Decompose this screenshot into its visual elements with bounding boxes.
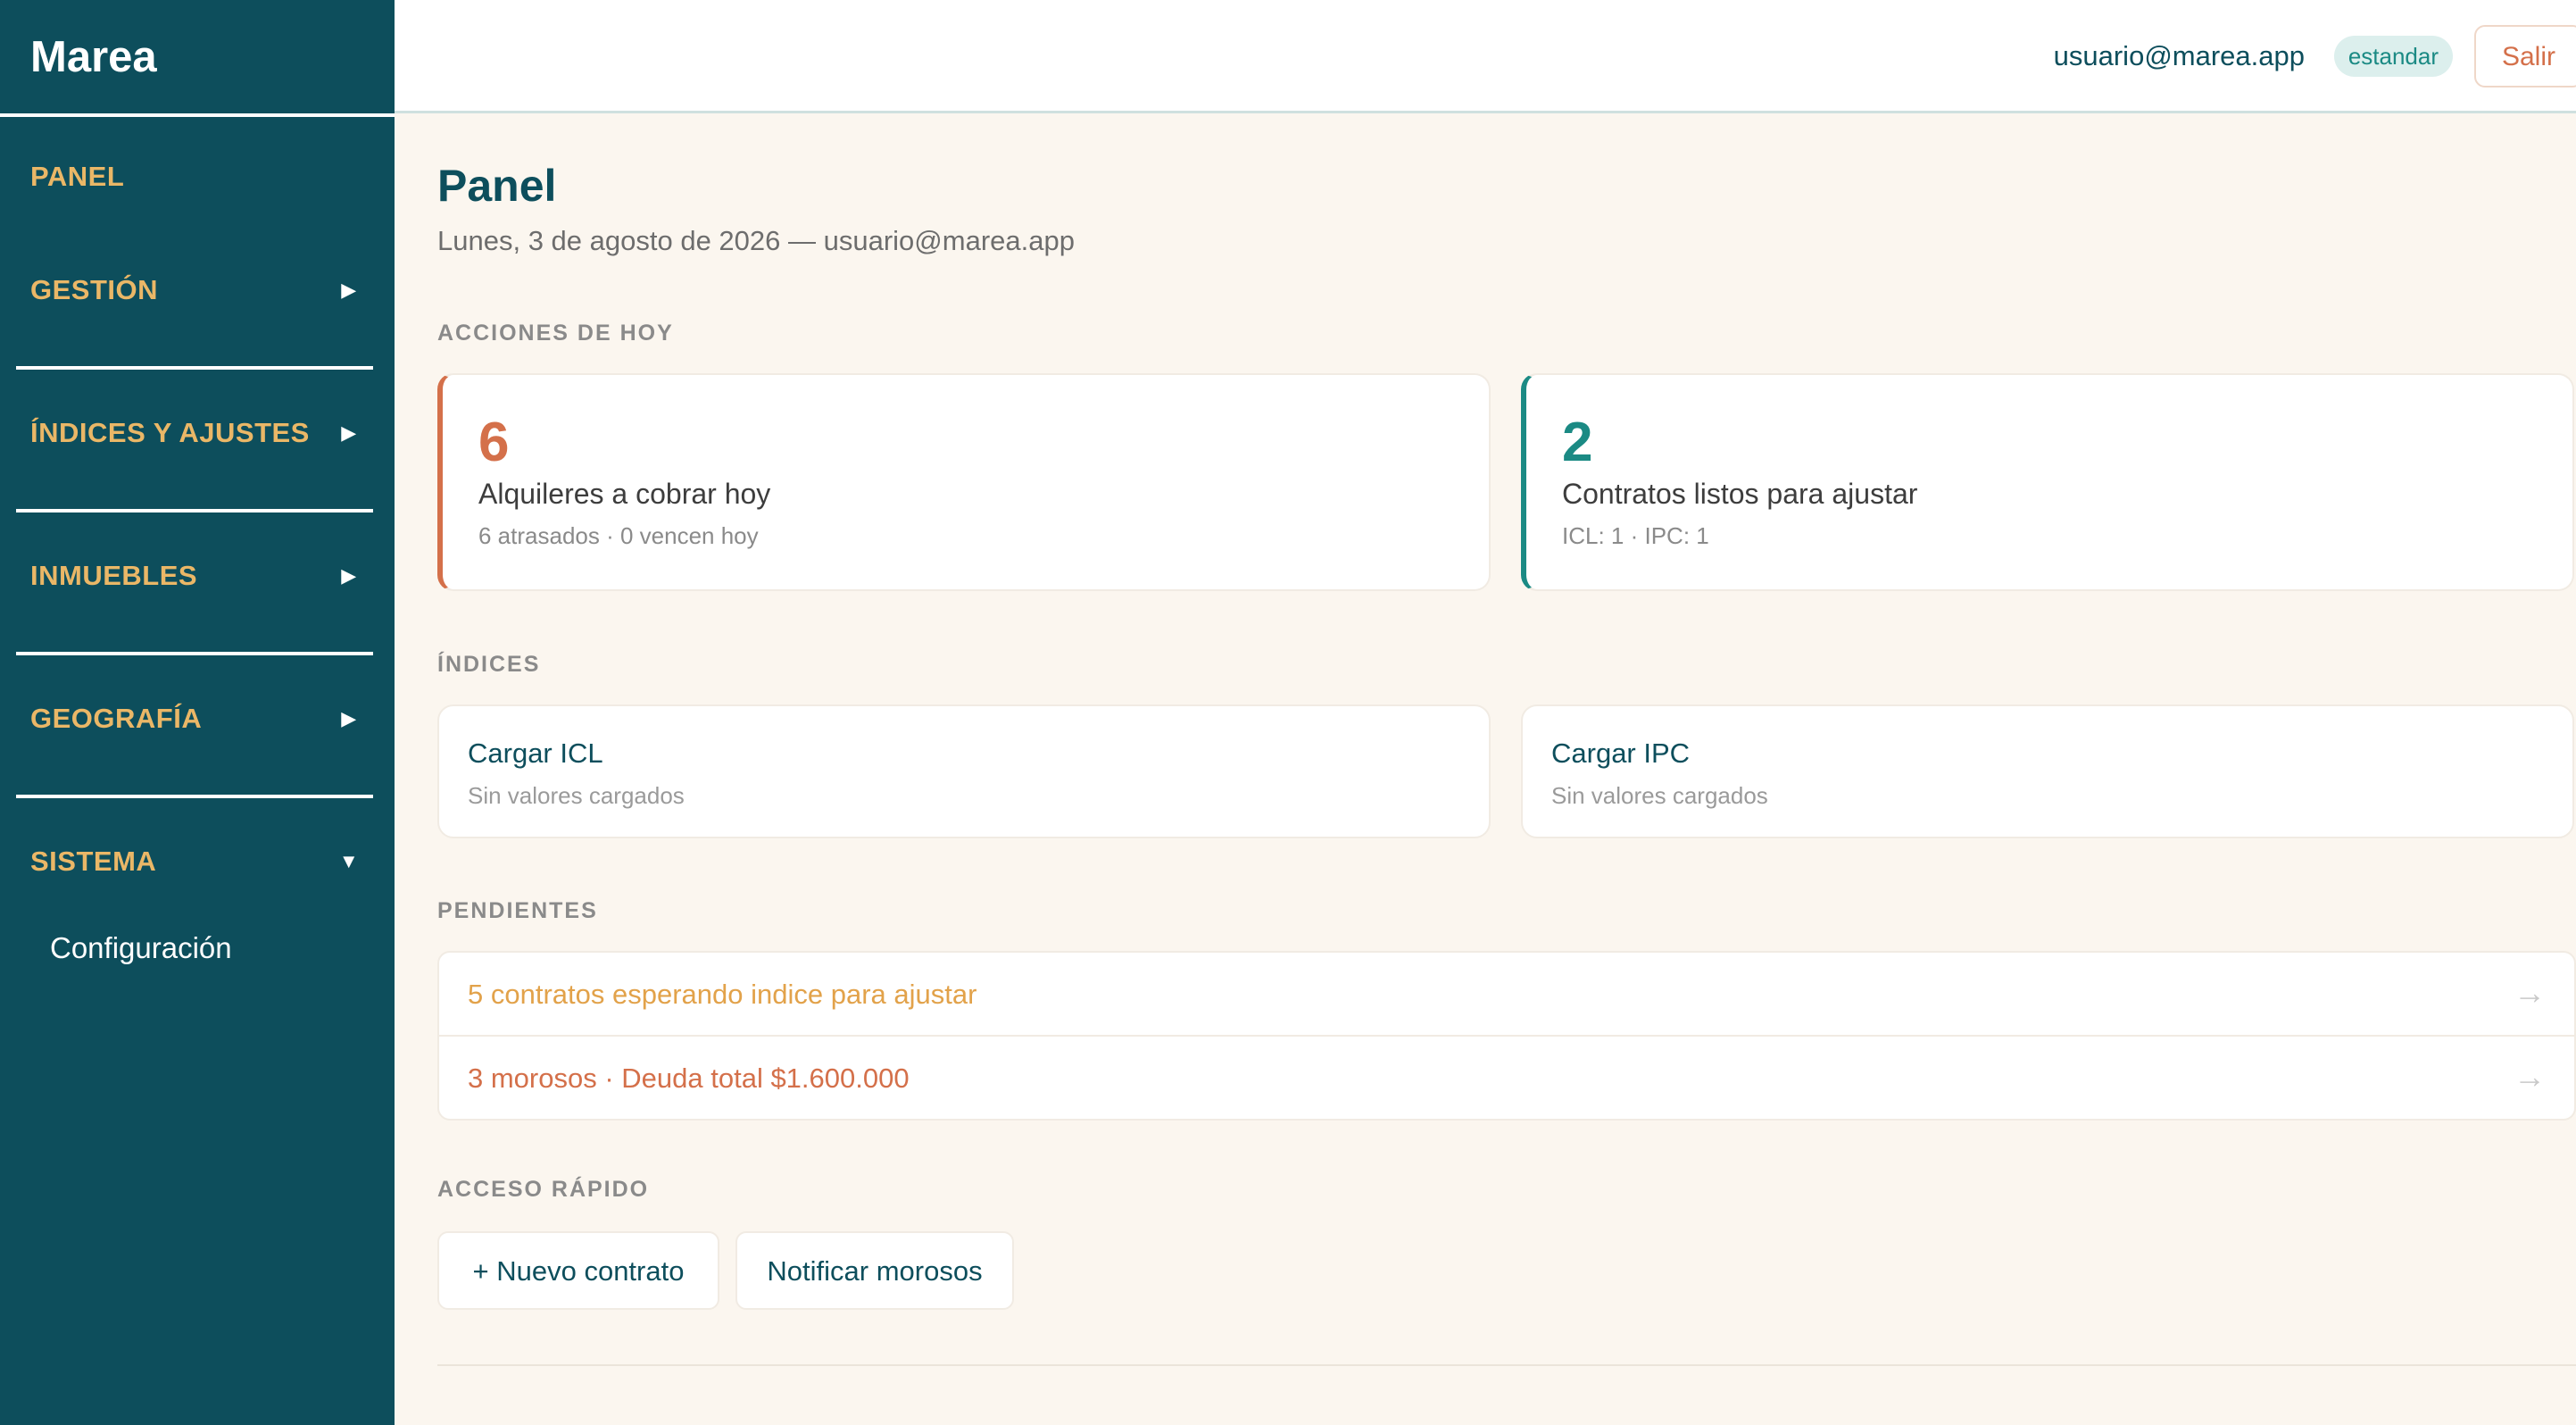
stat-detail: 6 atrasados · 0 vencen hoy bbox=[478, 522, 759, 549]
new-contract-button[interactable]: + Nuevo contrato bbox=[437, 1231, 719, 1310]
load-ipc-card[interactable]: Cargar IPC Sin valores cargados bbox=[1521, 704, 2574, 838]
sidebar-item-panel[interactable]: PANEL bbox=[30, 152, 361, 202]
sidebar-item-label: GEOGRAFÍA bbox=[30, 703, 203, 734]
section-title-acceso-rapido: ACCESO RÁPIDO bbox=[437, 1177, 650, 1202]
index-card-title: Cargar ICL bbox=[468, 738, 603, 769]
sidebar-subitem-configuracion[interactable]: Configuración bbox=[50, 923, 232, 973]
index-card-detail: Sin valores cargados bbox=[468, 782, 685, 809]
arrow-right-icon: → bbox=[2514, 1058, 2546, 1095]
stat-title: Alquileres a cobrar hoy bbox=[478, 478, 771, 510]
stat-value: 6 bbox=[478, 412, 510, 473]
arrow-right-icon: → bbox=[2514, 974, 2546, 1011]
stat-detail: ICL: 1 · IPC: 1 bbox=[1562, 522, 1709, 549]
page-title: Panel bbox=[437, 161, 557, 211]
brand-divider bbox=[0, 113, 395, 117]
stat-title: Contratos listos para ajustar bbox=[1562, 478, 1918, 510]
sidebar-item-geografia[interactable]: GEOGRAFÍA ▶ bbox=[30, 694, 361, 744]
index-card-title: Cargar IPC bbox=[1551, 738, 1691, 769]
sidebar: Marea PANEL GESTIÓN ▶ ÍNDICES Y AJUSTES … bbox=[0, 0, 395, 1425]
chevron-right-icon: ▶ bbox=[341, 421, 357, 444]
index-card-detail: Sin valores cargados bbox=[1551, 782, 1768, 809]
sidebar-item-label: GESTIÓN bbox=[30, 274, 159, 305]
sidebar-divider bbox=[16, 509, 373, 512]
pending-item-text: 5 contratos esperando indice para ajusta… bbox=[468, 979, 977, 1010]
section-title-acciones-hoy: ACCIONES DE HOY bbox=[437, 321, 674, 346]
sidebar-item-indices-ajustes[interactable]: ÍNDICES Y AJUSTES ▶ bbox=[30, 408, 361, 458]
rents-due-card[interactable]: 6 Alquileres a cobrar hoy 6 atrasados · … bbox=[437, 373, 1491, 591]
chevron-right-icon: ▶ bbox=[341, 564, 357, 587]
sidebar-item-label: SISTEMA bbox=[30, 846, 157, 877]
chevron-right-icon: ▶ bbox=[341, 707, 357, 729]
page-subtitle: Lunes, 3 de agosto de 2026 — usuario@mar… bbox=[437, 225, 1075, 256]
app-logo[interactable]: Marea bbox=[30, 27, 157, 88]
section-title-pendientes: PENDIENTES bbox=[437, 898, 598, 923]
sidebar-item-inmuebles[interactable]: INMUEBLES ▶ bbox=[30, 551, 361, 601]
sidebar-item-gestion[interactable]: GESTIÓN ▶ bbox=[30, 265, 361, 315]
notify-debtors-button[interactable]: Notificar morosos bbox=[735, 1231, 1014, 1310]
sidebar-divider bbox=[16, 366, 373, 370]
sidebar-item-label: PANEL bbox=[30, 161, 125, 192]
sidebar-item-sistema[interactable]: SISTEMA ▼ bbox=[30, 837, 361, 887]
sidebar-divider bbox=[16, 795, 373, 798]
pending-list: 5 contratos esperando indice para ajusta… bbox=[437, 951, 2576, 1121]
chevron-right-icon: ▶ bbox=[341, 279, 357, 301]
logout-button[interactable]: Salir bbox=[2474, 25, 2576, 88]
sidebar-divider bbox=[16, 652, 373, 655]
sidebar-item-label: ÍNDICES Y AJUSTES bbox=[30, 417, 310, 448]
pending-item-contracts[interactable]: 5 contratos esperando indice para ajusta… bbox=[439, 953, 2574, 1037]
chevron-down-icon: ▼ bbox=[338, 850, 360, 872]
pending-item-debtors[interactable]: 3 morosos · Deuda total $1.600.000 → bbox=[439, 1037, 2574, 1119]
contracts-adjust-card[interactable]: 2 Contratos listos para ajustar ICL: 1 ·… bbox=[1521, 373, 2574, 591]
pending-item-text: 3 morosos · Deuda total $1.600.000 bbox=[468, 1062, 910, 1094]
top-bar: usuario@marea.app estandar Salir bbox=[395, 0, 2576, 113]
stat-value: 2 bbox=[1562, 412, 1593, 473]
sidebar-item-label: INMUEBLES bbox=[30, 560, 198, 591]
role-badge: estandar bbox=[2333, 36, 2453, 77]
load-icl-card[interactable]: Cargar ICL Sin valores cargados bbox=[437, 704, 1491, 838]
user-email: usuario@marea.app bbox=[2053, 40, 2305, 71]
footer-divider bbox=[437, 1364, 2576, 1366]
section-title-indices: ÍNDICES bbox=[437, 652, 541, 677]
